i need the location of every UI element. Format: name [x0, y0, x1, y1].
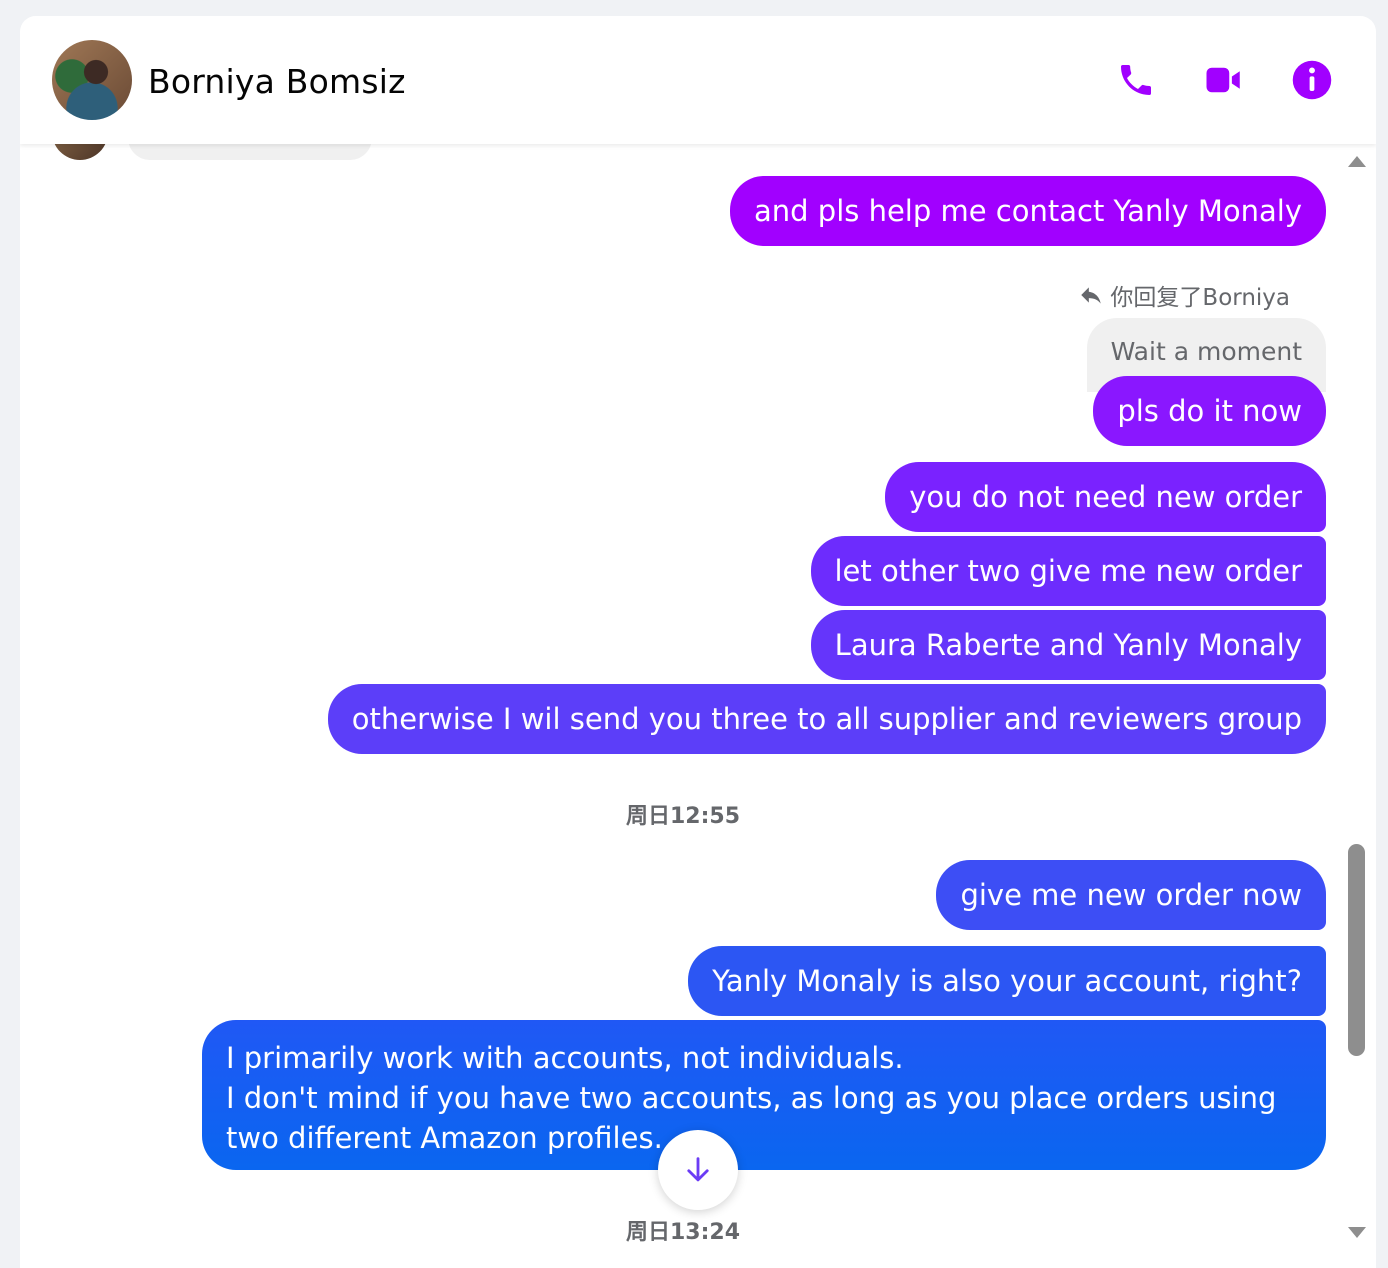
- reply-label-text: 你回复了Borniya: [1110, 285, 1290, 311]
- message-bubble[interactable]: give me new order now: [936, 860, 1326, 930]
- message-bubble[interactable]: and pls help me contact Yanly Monaly: [730, 176, 1326, 246]
- arrow-down-icon: [687, 1157, 709, 1182]
- contact-name[interactable]: Borniya Bomsiz: [148, 62, 406, 101]
- reply-arrow-icon: [1078, 282, 1104, 308]
- message-bubble[interactable]: pls do it now: [1093, 376, 1326, 446]
- chat-header: Borniya Bomsiz: [20, 16, 1376, 144]
- message-bubble[interactable]: otherwise I wil send you three to all su…: [327, 684, 1326, 754]
- reply-indicator: 你回复了Borniya: [1078, 278, 1290, 312]
- message-bubble[interactable]: I primarily work with accounts, not indi…: [202, 1020, 1326, 1170]
- message-bubble[interactable]: Yanly Monaly is also your account, right…: [688, 946, 1326, 1016]
- message-bubble[interactable]: let other two give me new order: [810, 536, 1326, 606]
- video-camera-icon[interactable]: [1200, 56, 1248, 104]
- message-timestamp: 周日13:24: [625, 1220, 741, 1245]
- message-timestamp: 周日12:55: [625, 804, 741, 829]
- contact-avatar[interactable]: [52, 40, 132, 120]
- scrollbar-up-arrow[interactable]: [1346, 152, 1368, 170]
- message-bubble[interactable]: you do not need new order: [885, 462, 1326, 532]
- scroll-to-bottom-button[interactable]: [658, 1130, 738, 1210]
- phone-icon[interactable]: [1112, 56, 1160, 104]
- scrollbar-thumb[interactable]: [1348, 844, 1365, 1056]
- message-bubble[interactable]: Laura Raberte and Yanly Monaly: [810, 610, 1326, 680]
- scrollbar-down-arrow[interactable]: [1346, 1224, 1368, 1242]
- chat-panel: Borniya Bomsiz and pls help me contact Y…: [20, 16, 1376, 1268]
- info-icon[interactable]: [1288, 56, 1336, 104]
